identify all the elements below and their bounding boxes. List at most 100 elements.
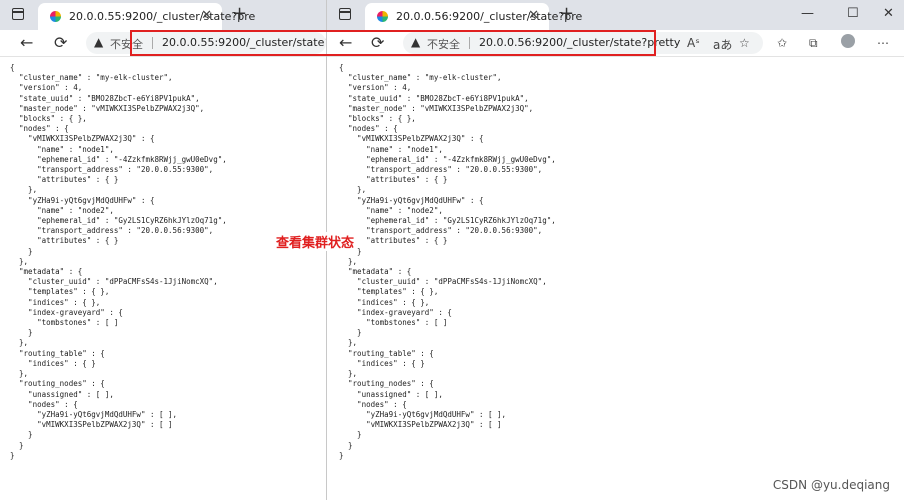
right-json-line: "templates" : { },: [339, 287, 439, 297]
left-json-line: "version" : 4,: [10, 83, 83, 93]
left-json-line: "indices" : { },: [10, 297, 101, 307]
left-json-line: "yZHa9i-yQt6gvjMdQdUHFw" : [ ],: [10, 409, 178, 419]
more-menu-icon[interactable]: ⋯: [877, 36, 889, 50]
right-json-line: "vMIWKXI3SPelbZPWAX2j3Q" : [ ]: [339, 420, 502, 430]
right-json-line: "attributes" : { }: [339, 236, 448, 246]
right-json-line: "master_node" : "vMIWKXI3SPelbZPWAX2j3Q"…: [339, 103, 534, 113]
close-tab-icon[interactable]: ✕: [528, 8, 539, 23]
right-json-line: },: [339, 338, 358, 348]
left-json-line: "ephemeral_id" : "-4Zzkfmk8RWjj_gwU0eDvg…: [10, 154, 227, 164]
left-json-line: "cluster_uuid" : "dPPaCMFsS4s-1JjiNomcXQ…: [10, 277, 218, 287]
right-json-line: "vMIWKXI3SPelbZPWAX2j3Q" : {: [339, 134, 484, 144]
close-window-icon[interactable]: ✕: [883, 6, 894, 21]
right-json-line: "indices" : { }: [339, 358, 425, 368]
right-json-body: { "cluster_name" : "my-elk-cluster", "ve…: [339, 63, 556, 461]
left-json-line: "transport_address" : "20.0.0.56:9300",: [10, 226, 214, 236]
right-page-content: { "cluster_name" : "my-elk-cluster", "ve…: [327, 57, 904, 500]
right-json-line: "blocks" : { },: [339, 114, 416, 124]
left-json-line: }: [10, 430, 33, 440]
right-json-line: }: [339, 450, 344, 460]
right-json-line: "version" : 4,: [339, 83, 412, 93]
minimize-icon[interactable]: —: [801, 6, 814, 21]
left-json-line: "nodes" : {: [10, 399, 78, 409]
right-json-line: "transport_address" : "20.0.0.56:9300",: [339, 226, 543, 236]
left-json-body: { "cluster_name" : "my-elk-cluster", "ve…: [10, 63, 227, 461]
right-json-line: "metadata" : {: [339, 267, 412, 277]
annotation-label: 查看集群状态: [275, 232, 356, 251]
refresh-button[interactable]: ⟳: [54, 33, 67, 52]
left-json-line: "routing_nodes" : {: [10, 379, 105, 389]
read-aloud-icon[interactable]: Aˢ: [687, 36, 700, 50]
left-json-line: "index-graveyard" : {: [10, 307, 123, 317]
right-json-line: "yZHa9i-yQt6gvjMdQdUHFw" : [ ],: [339, 409, 507, 419]
right-json-line: }: [339, 430, 362, 440]
not-secure-warning-icon[interactable]: ▲: [94, 35, 103, 49]
close-tab-icon[interactable]: ✕: [201, 8, 212, 23]
right-json-line: "cluster_uuid" : "dPPaCMFsS4s-1JjiNomcXQ…: [339, 277, 547, 287]
left-json-line: "master_node" : "vMIWKXI3SPelbZPWAX2j3Q"…: [10, 103, 205, 113]
right-json-line: "indices" : { },: [339, 297, 430, 307]
right-json-line: "tombstones" : [ ]: [339, 318, 448, 328]
right-json-line: },: [339, 185, 367, 195]
left-json-line: }: [10, 440, 24, 450]
profile-avatar[interactable]: [841, 34, 855, 48]
right-json-line: "transport_address" : "20.0.0.55:9300",: [339, 165, 543, 175]
left-json-line: "ephemeral_id" : "Gy2LS1CyRZ6hkJYlzOq71g…: [10, 216, 227, 226]
right-json-line: "index-graveyard" : {: [339, 307, 452, 317]
new-tab-button[interactable]: +: [232, 3, 247, 24]
left-json-line: },: [10, 338, 29, 348]
watermark: CSDN @yu.deqiang: [772, 478, 890, 492]
left-json-line: "indices" : { }: [10, 358, 96, 368]
right-json-line: }: [339, 440, 353, 450]
right-json-line: "nodes" : {: [339, 124, 398, 134]
right-json-line: },: [339, 256, 358, 266]
new-tab-button[interactable]: +: [559, 3, 574, 24]
left-json-line: },: [10, 256, 29, 266]
left-json-line: "name" : "node2",: [10, 205, 114, 215]
left-json-line: "nodes" : {: [10, 124, 69, 134]
maximize-icon[interactable]: ☐: [847, 6, 859, 21]
right-json-line: {: [339, 63, 344, 72]
right-json-line: "attributes" : { }: [339, 175, 448, 185]
left-json-line: }: [10, 246, 33, 256]
right-json-line: "ephemeral_id" : "Gy2LS1CyRZ6hkJYlzOq71g…: [339, 216, 556, 226]
left-json-line: "cluster_name" : "my-elk-cluster",: [10, 73, 173, 83]
elastic-favicon-icon: [377, 11, 388, 22]
left-json-line: "tombstones" : [ ]: [10, 318, 119, 328]
left-json-line: "yZHa9i-yQt6gvjMdQdUHFw" : {: [10, 195, 155, 205]
left-json-line: "vMIWKXI3SPelbZPWAX2j3Q" : {: [10, 134, 155, 144]
left-json-line: },: [10, 369, 29, 379]
left-json-line: "blocks" : { },: [10, 114, 87, 124]
right-json-line: "routing_table" : {: [339, 348, 434, 358]
right-json-line: "name" : "node1",: [339, 144, 443, 154]
left-json-line: }: [10, 328, 33, 338]
right-browser-window: 20.0.0.56:9200/_cluster/state?pre ✕ + — …: [327, 0, 904, 500]
left-tab-strip: 20.0.0.55:9200/_cluster/state?pre ✕ +: [0, 0, 326, 30]
tab-actions-icon[interactable]: [339, 8, 351, 20]
back-button[interactable]: ←: [20, 33, 33, 52]
left-json-line: "state_uuid" : "BMO28ZbcT-e6Yi8PV1pukA",: [10, 93, 200, 103]
left-json-line: "routing_table" : {: [10, 348, 105, 358]
left-json-line: "unassigned" : [ ],: [10, 389, 114, 399]
left-tab-title: 20.0.0.55:9200/_cluster/state?pre: [69, 10, 256, 23]
favorites-icon[interactable]: ✩: [777, 36, 787, 50]
left-json-line: "metadata" : {: [10, 267, 83, 277]
left-json-line: "attributes" : { }: [10, 175, 119, 185]
left-json-line: "transport_address" : "20.0.0.55:9300",: [10, 165, 214, 175]
left-active-tab[interactable]: 20.0.0.55:9200/_cluster/state?pre ✕: [38, 3, 255, 30]
left-json-line: }: [10, 450, 15, 460]
left-json-line: "name" : "node1",: [10, 144, 114, 154]
collections-icon[interactable]: ⧉: [809, 36, 818, 51]
left-json-line: "templates" : { },: [10, 287, 110, 297]
right-active-tab[interactable]: 20.0.0.56:9200/_cluster/state?pre ✕: [365, 3, 582, 30]
right-json-line: "state_uuid" : "BMO28ZbcT-e6Yi8PV1pukA",: [339, 93, 529, 103]
elastic-favicon-icon: [50, 11, 61, 22]
translate-icon[interactable]: aあ: [713, 36, 732, 53]
right-tab-strip: 20.0.0.56:9200/_cluster/state?pre ✕ + — …: [327, 0, 904, 30]
add-favorite-icon[interactable]: ☆: [739, 36, 750, 50]
left-json-line: {: [10, 63, 15, 72]
tab-actions-icon[interactable]: [12, 8, 24, 20]
right-json-line: }: [339, 328, 362, 338]
right-json-line: "ephemeral_id" : "-4Zzkfmk8RWjj_gwU0eDvg…: [339, 154, 556, 164]
right-json-line: "nodes" : {: [339, 399, 407, 409]
